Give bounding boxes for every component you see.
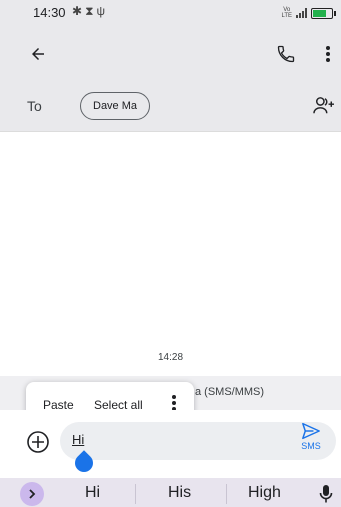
back-button[interactable] <box>20 36 56 72</box>
to-label: To <box>27 98 42 114</box>
volte-icon: Vo LTE <box>281 7 292 19</box>
status-time: 14:30 <box>33 5 66 20</box>
app-bar <box>0 26 341 82</box>
suggestion-3[interactable]: High <box>248 484 281 502</box>
attach-button[interactable] <box>20 424 56 460</box>
usb-icon: ψ <box>96 4 109 18</box>
more-options-button[interactable] <box>310 36 341 72</box>
arrow-left-icon <box>32 48 44 60</box>
plus-circle-icon <box>27 431 49 453</box>
send-label: SMS <box>301 441 321 451</box>
status-right-icons: Vo LTE <box>281 4 336 22</box>
send-sms-button[interactable]: SMS <box>296 422 326 458</box>
signal-icon <box>296 8 307 18</box>
phone-icon <box>277 45 295 63</box>
microphone-icon <box>319 485 333 503</box>
status-bar: 14:30 ✱⧗ψ Vo LTE <box>0 0 341 26</box>
chevron-right-icon <box>29 489 36 499</box>
suggestion-divider <box>226 484 227 504</box>
hourglass-icon: ⧗ <box>85 4 97 18</box>
status-notification-icons: ✱⧗ψ <box>72 4 108 19</box>
message-timestamp: 14:28 <box>157 352 184 363</box>
message-input-text: Hi <box>72 432 85 447</box>
keyboard-expand-button[interactable] <box>20 482 44 506</box>
gear-icon: ✱ <box>72 4 86 18</box>
send-icon <box>302 422 320 440</box>
sms-hint-text: a (SMS/MMS) <box>195 386 265 398</box>
voice-input-button[interactable] <box>316 482 336 506</box>
conversation-area <box>0 133 341 373</box>
messaging-screen: 14:30 ✱⧗ψ Vo LTE To Dave Ma 14:28 a (SMS… <box>0 0 341 507</box>
keyboard-suggestion-bar: Hi His High <box>0 478 341 507</box>
more-vertical-icon <box>326 46 330 62</box>
suggestion-1[interactable]: Hi <box>85 484 100 502</box>
compose-row: Hi SMS <box>0 410 341 478</box>
battery-icon <box>311 7 336 19</box>
recipient-row: To Dave Ma <box>0 82 341 132</box>
recipient-chip[interactable]: Dave Ma <box>80 92 151 120</box>
suggestion-2[interactable]: His <box>168 484 191 502</box>
message-input[interactable]: Hi <box>60 422 336 476</box>
suggestion-divider <box>135 484 136 504</box>
add-recipient-button[interactable] <box>306 88 341 124</box>
add-contact-icon <box>313 97 334 114</box>
call-button[interactable] <box>268 36 304 72</box>
text-cursor-handle[interactable] <box>71 450 97 476</box>
